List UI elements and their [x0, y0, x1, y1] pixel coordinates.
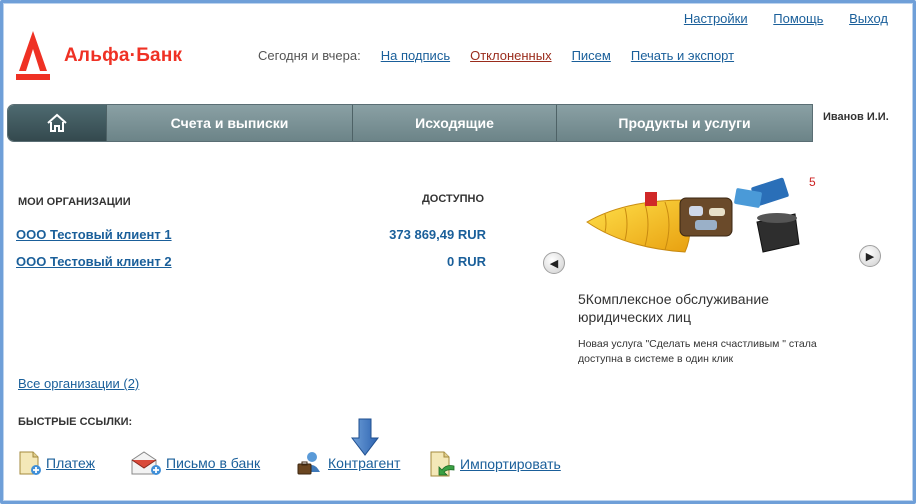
quick-letter[interactable]: Письмо в банк: [130, 450, 260, 476]
to-sign-link[interactable]: На подпись: [381, 48, 450, 63]
envelope-icon: [131, 451, 161, 475]
promo-description: Новая услуга "Сделать меня счастливым " …: [578, 338, 817, 365]
settings-link[interactable]: Настройки: [684, 11, 748, 26]
today-label: Сегодня и вчера:: [258, 48, 361, 63]
promo-next-button[interactable]: ▶: [859, 245, 881, 267]
available-label: ДОСТУПНО: [421, 193, 484, 205]
alfa-logo-icon: [16, 31, 50, 80]
user-name: Иванов И.И.: [823, 111, 889, 123]
letters-link[interactable]: Писем: [572, 48, 611, 63]
main-nav: Счета и выписки Исходящие Продукты и усл…: [7, 104, 813, 142]
bank-logo[interactable]: Альфа·Банк: [16, 31, 182, 81]
payment-document-icon: [19, 451, 41, 475]
pointer-arrow-icon: [351, 418, 379, 456]
help-link[interactable]: Помощь: [773, 11, 823, 26]
print-export-link[interactable]: Печать и экспорт: [631, 48, 734, 63]
orgs-title: МОИ ОРГАНИЗАЦИИ: [18, 196, 131, 208]
org-row: ООО Тестовый клиент 1 373 869,49 RUR: [16, 227, 486, 242]
chevron-right-icon: ▶: [865, 250, 875, 263]
import-link[interactable]: Импортировать: [460, 456, 561, 472]
counterparty-icon: [297, 452, 320, 475]
promo-counter: 5: [809, 175, 816, 189]
org-name-link[interactable]: ООО Тестовый клиент 1: [16, 227, 172, 242]
home-icon: [47, 113, 67, 132]
org-amount: 373 869,49 RUR: [389, 227, 486, 242]
payment-link[interactable]: Платеж: [46, 455, 95, 471]
promo-banner-image: [586, 177, 800, 253]
org-name-link[interactable]: ООО Тестовый клиент 2: [16, 254, 172, 269]
quick-links-title: БЫСТРЫЕ ССЫЛКИ:: [18, 416, 133, 428]
chevron-left-icon: ◀: [549, 257, 559, 270]
all-orgs-link[interactable]: Все организации (2): [18, 376, 139, 391]
quick-payment[interactable]: Платеж: [18, 450, 95, 476]
top-links: Настройки Помощь Выход: [662, 11, 888, 26]
nav-accounts[interactable]: Счета и выписки: [107, 105, 353, 141]
promo-title[interactable]: 5Комплексное обслуживание юридических ли…: [578, 290, 838, 326]
today-row: Сегодня и вчера: На подпись Отклоненных …: [258, 48, 754, 63]
letter-link[interactable]: Письмо в банк: [166, 455, 260, 471]
nav-outgoing[interactable]: Исходящие: [353, 105, 557, 141]
nav-products[interactable]: Продукты и услуги: [557, 105, 812, 141]
rejected-link[interactable]: Отклоненных: [470, 48, 551, 63]
promo-prev-button[interactable]: ◀: [543, 252, 565, 274]
nav-home[interactable]: [8, 105, 107, 141]
quick-counterparty[interactable]: Контрагент: [296, 450, 400, 476]
orgs-header: МОИ ОРГАНИЗАЦИИ ДОСТУПНО: [18, 193, 486, 208]
import-icon: [430, 451, 455, 477]
org-row: ООО Тестовый клиент 2 0 RUR: [16, 254, 486, 269]
logout-link[interactable]: Выход: [849, 11, 888, 26]
bank-name: Альфа·Банк: [64, 45, 183, 66]
quick-import[interactable]: Импортировать: [428, 450, 561, 478]
counterparty-link[interactable]: Контрагент: [328, 455, 400, 471]
org-amount: 0 RUR: [446, 254, 486, 269]
